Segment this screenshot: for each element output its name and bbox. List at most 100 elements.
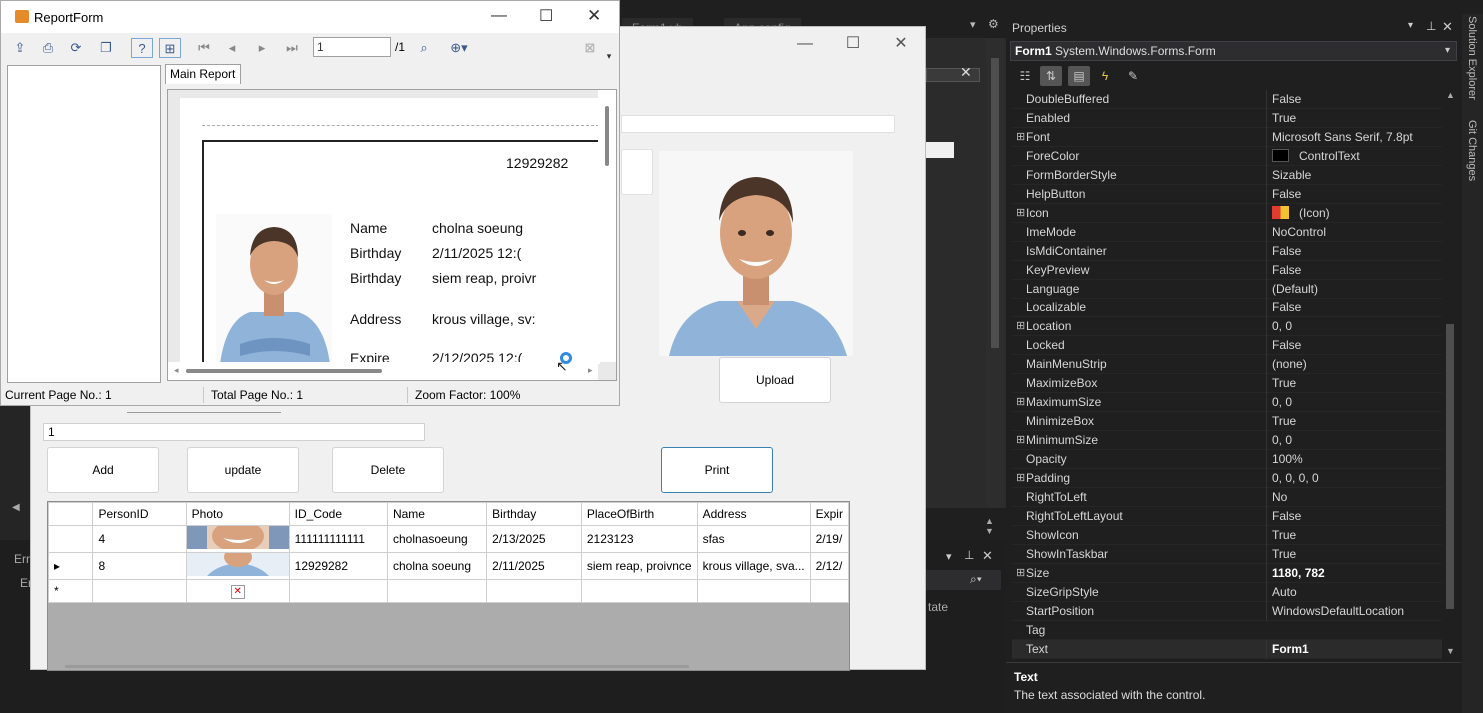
export-icon[interactable]: ⇪: [9, 38, 31, 58]
property-row-language[interactable]: Language (Default): [1012, 279, 1442, 299]
zoom-icon[interactable]: ⊕▾: [443, 38, 475, 58]
property-value[interactable]: False: [1266, 260, 1442, 280]
scroll-up-icon[interactable]: ▲: [1446, 90, 1455, 100]
property-value[interactable]: 0, 0: [1266, 393, 1442, 413]
toolbar-overflow-icon[interactable]: ▾: [603, 46, 615, 66]
property-row-keypreview[interactable]: KeyPreview False: [1012, 260, 1442, 280]
scroll-left-icon[interactable]: ◀: [12, 502, 20, 513]
panel-dropdown-icon[interactable]: ▾: [946, 550, 952, 563]
cell-expire[interactable]: [809, 579, 849, 603]
events-icon[interactable]: ϟ: [1094, 66, 1116, 86]
property-row-ismdicontainer[interactable]: IsMdiContainer False: [1012, 241, 1442, 261]
minimize-icon[interactable]: —: [491, 7, 507, 25]
property-row-minimumsize[interactable]: ⊞ MinimumSize 0, 0: [1012, 431, 1442, 451]
column-header-personid[interactable]: PersonID: [92, 502, 187, 526]
property-value[interactable]: (Icon): [1266, 203, 1442, 223]
close-view-icon[interactable]: ⊠: [579, 38, 601, 58]
column-header-expire[interactable]: Expir: [809, 502, 849, 526]
row-indicator[interactable]: [48, 525, 94, 553]
property-row-doublebuffered[interactable]: DoubleBuffered False: [1012, 90, 1442, 109]
cell-expire[interactable]: 2/19/: [809, 525, 849, 553]
property-value[interactable]: True: [1266, 544, 1442, 564]
designer-vscroll[interactable]: [986, 38, 1004, 508]
column-header-photo[interactable]: Photo: [185, 502, 290, 526]
property-value[interactable]: 0, 0, 0, 0: [1266, 469, 1442, 488]
upload-button[interactable]: Upload: [719, 357, 831, 403]
cell-personid[interactable]: 4: [92, 525, 187, 553]
property-row-location[interactable]: ⊞ Location 0, 0: [1012, 317, 1442, 337]
viewer-hscroll[interactable]: ◂ ▸: [168, 362, 598, 380]
cell-birthday[interactable]: 2/13/2025: [486, 525, 582, 553]
find-icon[interactable]: ⌕: [413, 38, 435, 58]
cell-name[interactable]: cholnasoeung: [386, 525, 488, 553]
property-value[interactable]: NoControl: [1266, 222, 1442, 242]
row-indicator[interactable]: ▸: [48, 552, 94, 580]
help-icon[interactable]: ?: [131, 38, 153, 58]
cell-placeofbirth[interactable]: 2123123: [580, 525, 698, 553]
property-value[interactable]: 0, 0: [1266, 317, 1442, 337]
property-row-padding[interactable]: ⊞ Padding 0, 0, 0, 0: [1012, 469, 1442, 488]
property-row-tag[interactable]: Tag: [1012, 621, 1442, 640]
person-id-input[interactable]: 1: [43, 423, 425, 441]
cell-expire[interactable]: 2/12/: [809, 552, 849, 580]
property-value[interactable]: 100%: [1266, 450, 1442, 470]
property-row-text[interactable]: Text Form1: [1012, 639, 1442, 659]
column-header-address[interactable]: Address: [696, 502, 811, 526]
property-value[interactable]: (none): [1266, 355, 1442, 375]
last-page-icon[interactable]: ⏭: [281, 38, 303, 58]
cell-address[interactable]: sfas: [696, 525, 811, 553]
group-tree-panel[interactable]: [7, 65, 161, 383]
first-page-icon[interactable]: ⏮: [193, 38, 215, 58]
copy-icon[interactable]: ❐: [95, 38, 117, 58]
group-tree-icon[interactable]: ⊞: [159, 38, 181, 58]
maximize-icon[interactable]: ☐: [539, 6, 553, 26]
scroll-left-icon[interactable]: ◂: [174, 365, 179, 376]
alphabetical-icon[interactable]: ⇅: [1040, 66, 1062, 86]
close-icon[interactable]: ✕: [587, 6, 601, 26]
property-row-helpbutton[interactable]: HelpButton False: [1012, 184, 1442, 204]
designer-vscroll-thumb[interactable]: [991, 58, 999, 348]
property-value[interactable]: ControlText: [1266, 146, 1442, 166]
person-data-grid[interactable]: PersonID Photo ID_Code Name Birthday Pla…: [47, 501, 850, 671]
scroll-arrows-icon[interactable]: ▲ ▼: [985, 516, 994, 536]
scroll-right-icon[interactable]: ▸: [588, 365, 593, 376]
tab-solution-explorer[interactable]: Solution Explorer: [1466, 16, 1478, 100]
property-value[interactable]: True: [1266, 525, 1442, 545]
property-row-maximumsize[interactable]: ⊞ MaximumSize 0, 0: [1012, 393, 1442, 413]
grid-hscroll-thumb[interactable]: [65, 665, 689, 668]
properties-pin-icon[interactable]: ⊥: [1426, 19, 1436, 33]
property-value[interactable]: No: [1266, 487, 1442, 507]
cell-address[interactable]: krous village, sva...: [696, 552, 811, 580]
column-header-id-code[interactable]: ID_Code: [288, 502, 388, 526]
property-row-locked[interactable]: Locked False: [1012, 336, 1442, 356]
cell-photo[interactable]: ✕: [185, 579, 290, 603]
designer-close-icon[interactable]: ✕: [960, 64, 972, 81]
property-row-sizegripstyle[interactable]: SizeGripStyle Auto: [1012, 582, 1442, 602]
properties-view-icon[interactable]: ▤: [1068, 66, 1090, 86]
column-header-name[interactable]: Name: [386, 502, 488, 526]
print-button[interactable]: Print: [661, 447, 773, 493]
previous-page-icon[interactable]: ◂: [221, 38, 243, 58]
cell-id-code[interactable]: [288, 579, 388, 603]
print-icon[interactable]: ⎙: [37, 38, 59, 58]
property-value[interactable]: 0, 0: [1266, 431, 1442, 451]
settings-icon[interactable]: ⚙: [988, 17, 999, 31]
property-value[interactable]: True: [1266, 374, 1442, 394]
property-row-startposition[interactable]: StartPosition WindowsDefaultLocation: [1012, 601, 1442, 621]
textbox-top[interactable]: [621, 115, 895, 133]
property-value[interactable]: 1180, 782: [1266, 563, 1442, 583]
property-value[interactable]: False: [1266, 184, 1442, 204]
next-page-icon[interactable]: ▸: [251, 38, 273, 58]
property-pages-icon[interactable]: ✎: [1122, 66, 1144, 86]
tab-main-report[interactable]: Main Report: [165, 64, 241, 84]
cell-birthday[interactable]: 2/11/2025: [486, 552, 582, 580]
property-value[interactable]: False: [1266, 241, 1442, 261]
report-viewer[interactable]: 12929282 Name cholna soeung Birthday 2/1…: [167, 89, 617, 381]
property-value[interactable]: WindowsDefaultLocation: [1266, 601, 1442, 621]
property-value[interactable]: Sizable: [1266, 165, 1442, 185]
property-row-righttoleft[interactable]: RightToLeft No: [1012, 487, 1442, 507]
property-row-font[interactable]: ⊞ Font Microsoft Sans Serif, 7.8pt: [1012, 127, 1442, 147]
property-row-righttoleftlayout[interactable]: RightToLeftLayout False: [1012, 506, 1442, 526]
cell-name[interactable]: cholna soeung: [386, 552, 488, 580]
viewer-vscroll[interactable]: [598, 90, 616, 362]
